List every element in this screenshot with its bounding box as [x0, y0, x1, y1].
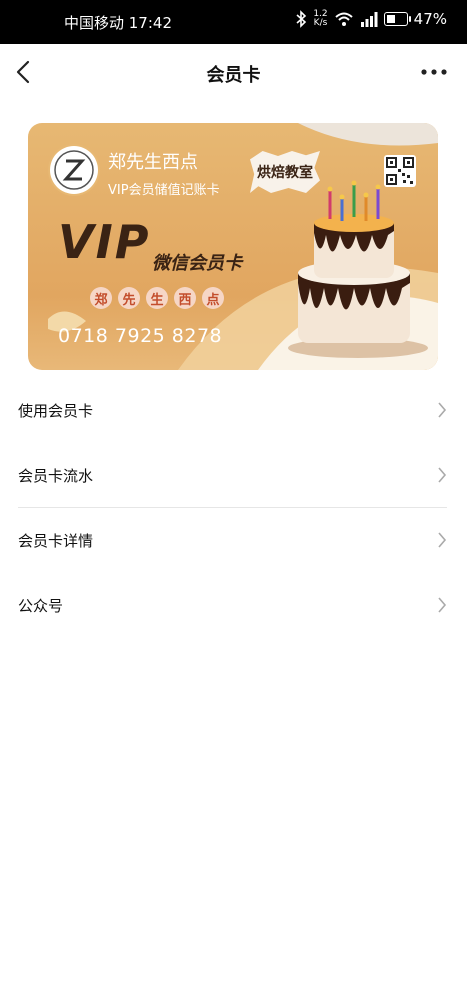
card-menu: 使用会员卡 会员卡流水 会员卡详情 公众号 [0, 378, 467, 638]
page-title: 会员卡 [206, 65, 261, 86]
bluetooth-icon [296, 10, 307, 28]
chevron-right-icon [438, 532, 447, 548]
qr-code-icon[interactable] [384, 155, 416, 187]
menu-item-card-details[interactable]: 会员卡详情 [0, 508, 467, 573]
card-type: VIP会员储值记账卡 [108, 183, 220, 198]
menu-item-label: 使用会员卡 [18, 402, 94, 420]
member-card[interactable]: 郑先生西点 VIP会员储值记账卡 烘焙教室 VIP 微信会员卡 郑 先 生 西 … [28, 123, 438, 370]
baking-class-badge: 烘焙教室 [250, 151, 320, 193]
battery-icon [383, 12, 411, 26]
signal-icon [360, 12, 378, 27]
menu-item-official-account[interactable]: 公众号 [0, 573, 467, 638]
menu-item-label: 公众号 [18, 597, 64, 615]
chevron-right-icon [438, 597, 447, 613]
menu-item-label: 会员卡流水 [18, 467, 94, 485]
wechat-card-text: 微信会员卡 [152, 253, 242, 274]
shop-name-char: 先 [118, 287, 140, 309]
nav-bar: 会员卡 [0, 44, 467, 100]
shop-name-char: 生 [146, 287, 168, 309]
status-icons: 1.2 K/s 47% [295, 10, 447, 28]
shop-name-circles: 郑 先 生 西 点 [90, 287, 224, 309]
card-shop-name: 郑先生西点 [108, 152, 198, 173]
carrier-time: 中国移动 17:42 [64, 14, 172, 32]
battery-percent: 47% [413, 10, 447, 28]
network-speed: 1.2 K/s [313, 9, 328, 28]
wifi-icon [334, 12, 353, 26]
shop-name-char: 点 [202, 287, 224, 309]
menu-item-card-transactions[interactable]: 会员卡流水 [0, 443, 467, 508]
shop-name-char: 西 [174, 287, 196, 309]
menu-item-use-card[interactable]: 使用会员卡 [0, 378, 467, 443]
chevron-right-icon [438, 467, 447, 483]
status-bar: 中国移动 17:42 1.2 K/s 47% [0, 0, 467, 44]
chevron-right-icon [438, 402, 447, 418]
card-phone-number: 0718 7925 8278 [58, 325, 223, 347]
shop-name-char: 郑 [90, 287, 112, 309]
menu-item-label: 会员卡详情 [18, 532, 94, 550]
more-icon[interactable] [419, 60, 449, 84]
shop-logo [50, 146, 98, 194]
vip-text: VIP [58, 215, 151, 269]
